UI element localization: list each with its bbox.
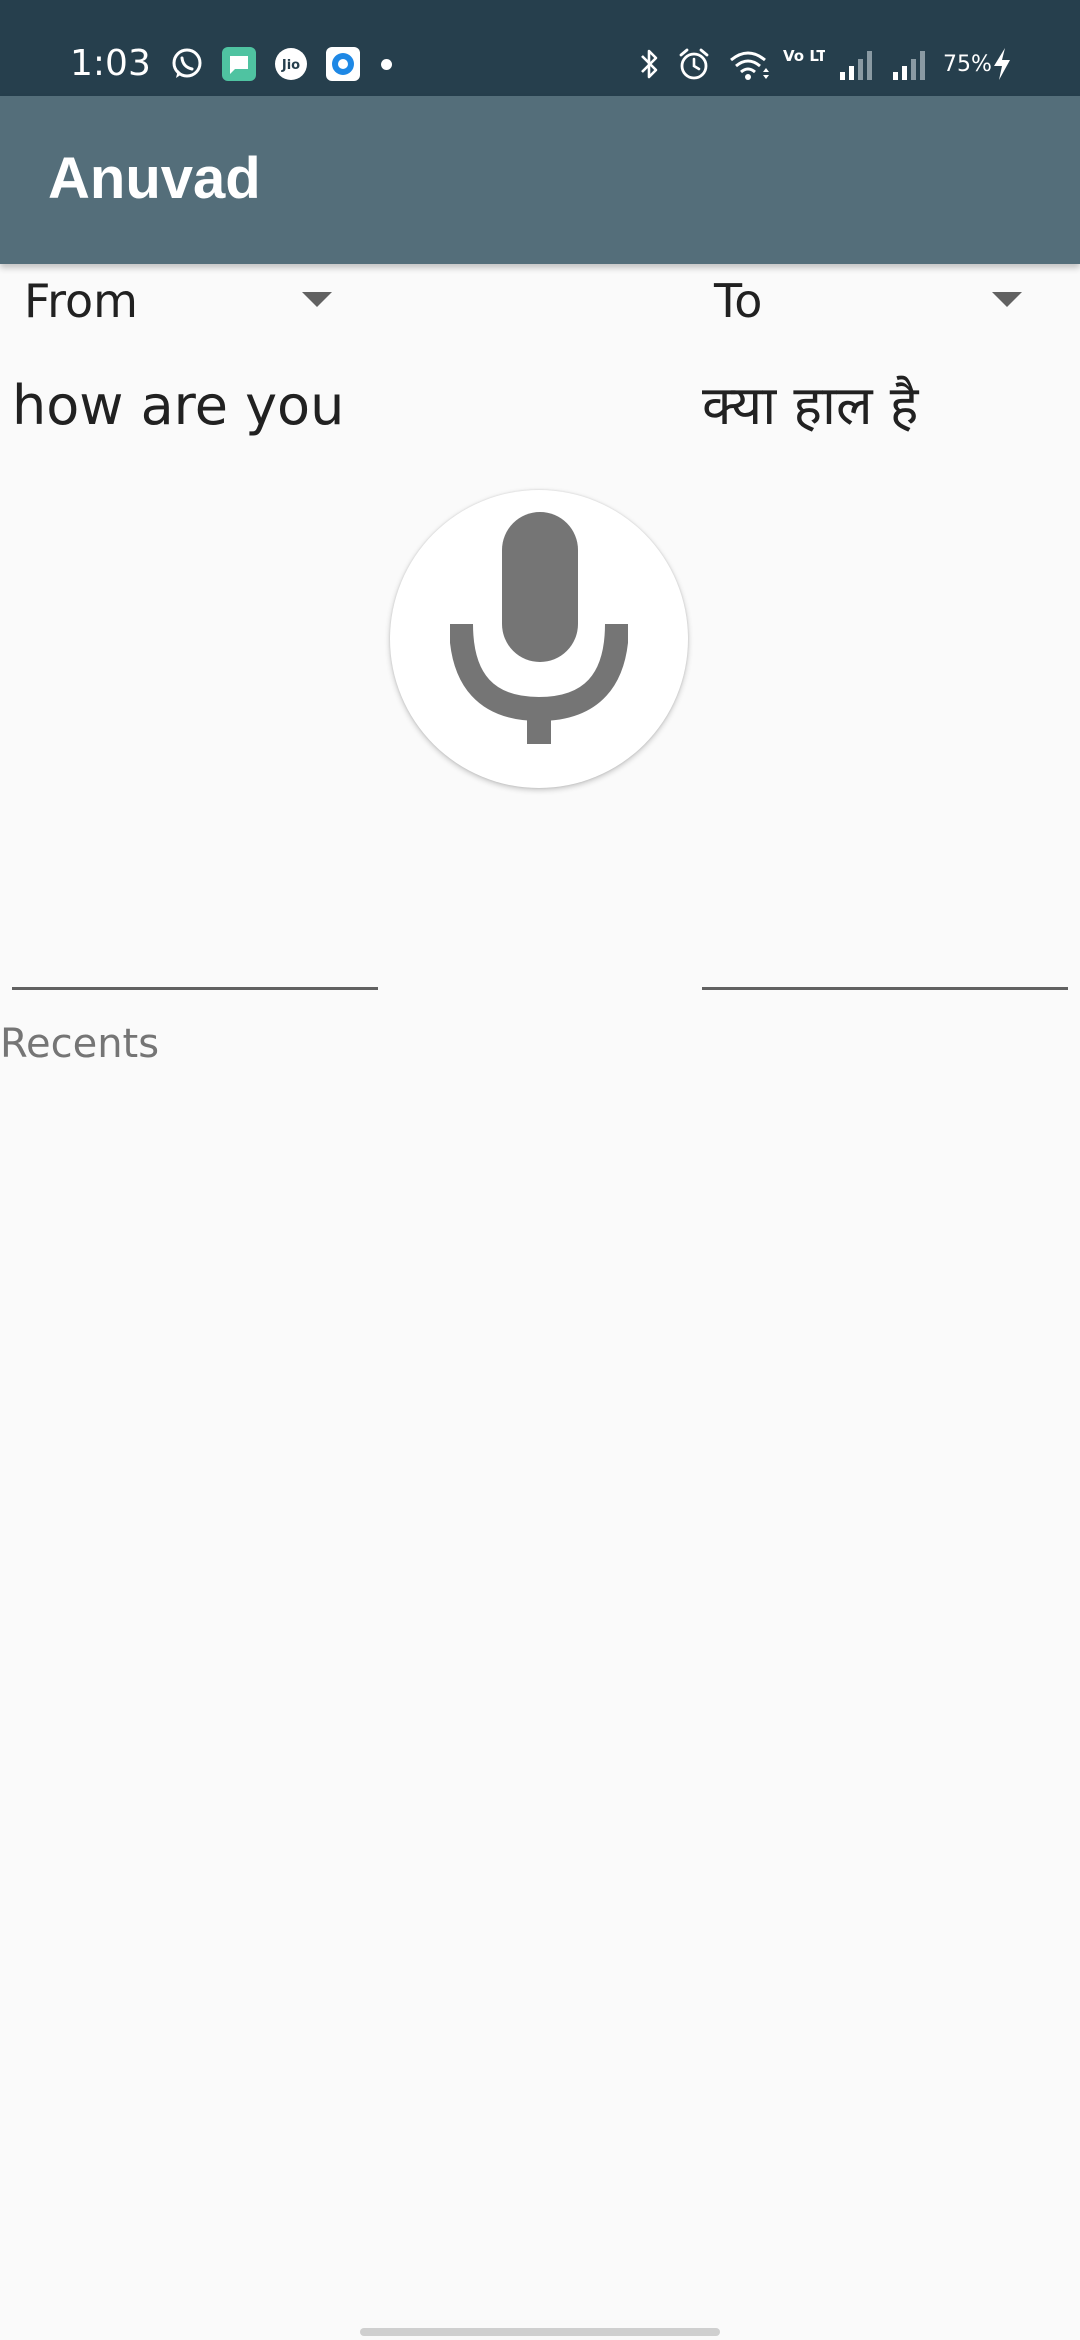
to-spinner-label: To <box>714 274 763 328</box>
messages-icon <box>222 47 256 81</box>
bluetooth-icon <box>641 49 658 79</box>
wifi-icon <box>730 51 769 80</box>
dropdown-arrow-icon <box>302 292 332 307</box>
volte-icon: Vo LTE <box>783 47 825 65</box>
dropdown-arrow-icon <box>992 292 1022 307</box>
notification-dot-icon <box>381 59 392 70</box>
from-language-spinner[interactable]: From <box>24 270 364 336</box>
svg-text:Vo LTE: Vo LTE <box>783 47 825 65</box>
signal-icon <box>840 51 872 80</box>
from-spinner-label: From <box>24 274 138 328</box>
browser-icon <box>326 47 360 81</box>
alarm-icon <box>679 48 709 80</box>
recents-heading: Recents <box>0 1021 160 1067</box>
target-text-value: क्या हाल है <box>702 374 919 437</box>
svg-text:Jio: Jio <box>281 58 300 73</box>
signal-icon <box>893 51 925 80</box>
microphone-icon <box>450 512 628 744</box>
source-text-value: how are you <box>12 374 345 437</box>
jio-icon: Jio <box>275 48 307 80</box>
battery-charging-icon <box>994 48 1010 80</box>
target-text-underline <box>702 987 1068 990</box>
whatsapp-icon <box>172 48 202 78</box>
status-bar: 1:03 Jio Vo LTE <box>0 0 1080 96</box>
navigation-gesture-bar[interactable] <box>360 2328 720 2336</box>
app-title: Anuvad <box>48 146 261 211</box>
app-bar: Anuvad <box>0 96 1080 264</box>
target-text-field[interactable]: क्या हाल है <box>702 360 1068 990</box>
source-text-field[interactable]: how are you <box>12 360 378 990</box>
status-time: 1:03 <box>70 43 151 84</box>
to-language-spinner[interactable]: To <box>714 270 1054 336</box>
source-text-underline <box>12 987 378 990</box>
microphone-button[interactable] <box>390 490 688 788</box>
battery-percentage: 75% <box>943 52 992 77</box>
